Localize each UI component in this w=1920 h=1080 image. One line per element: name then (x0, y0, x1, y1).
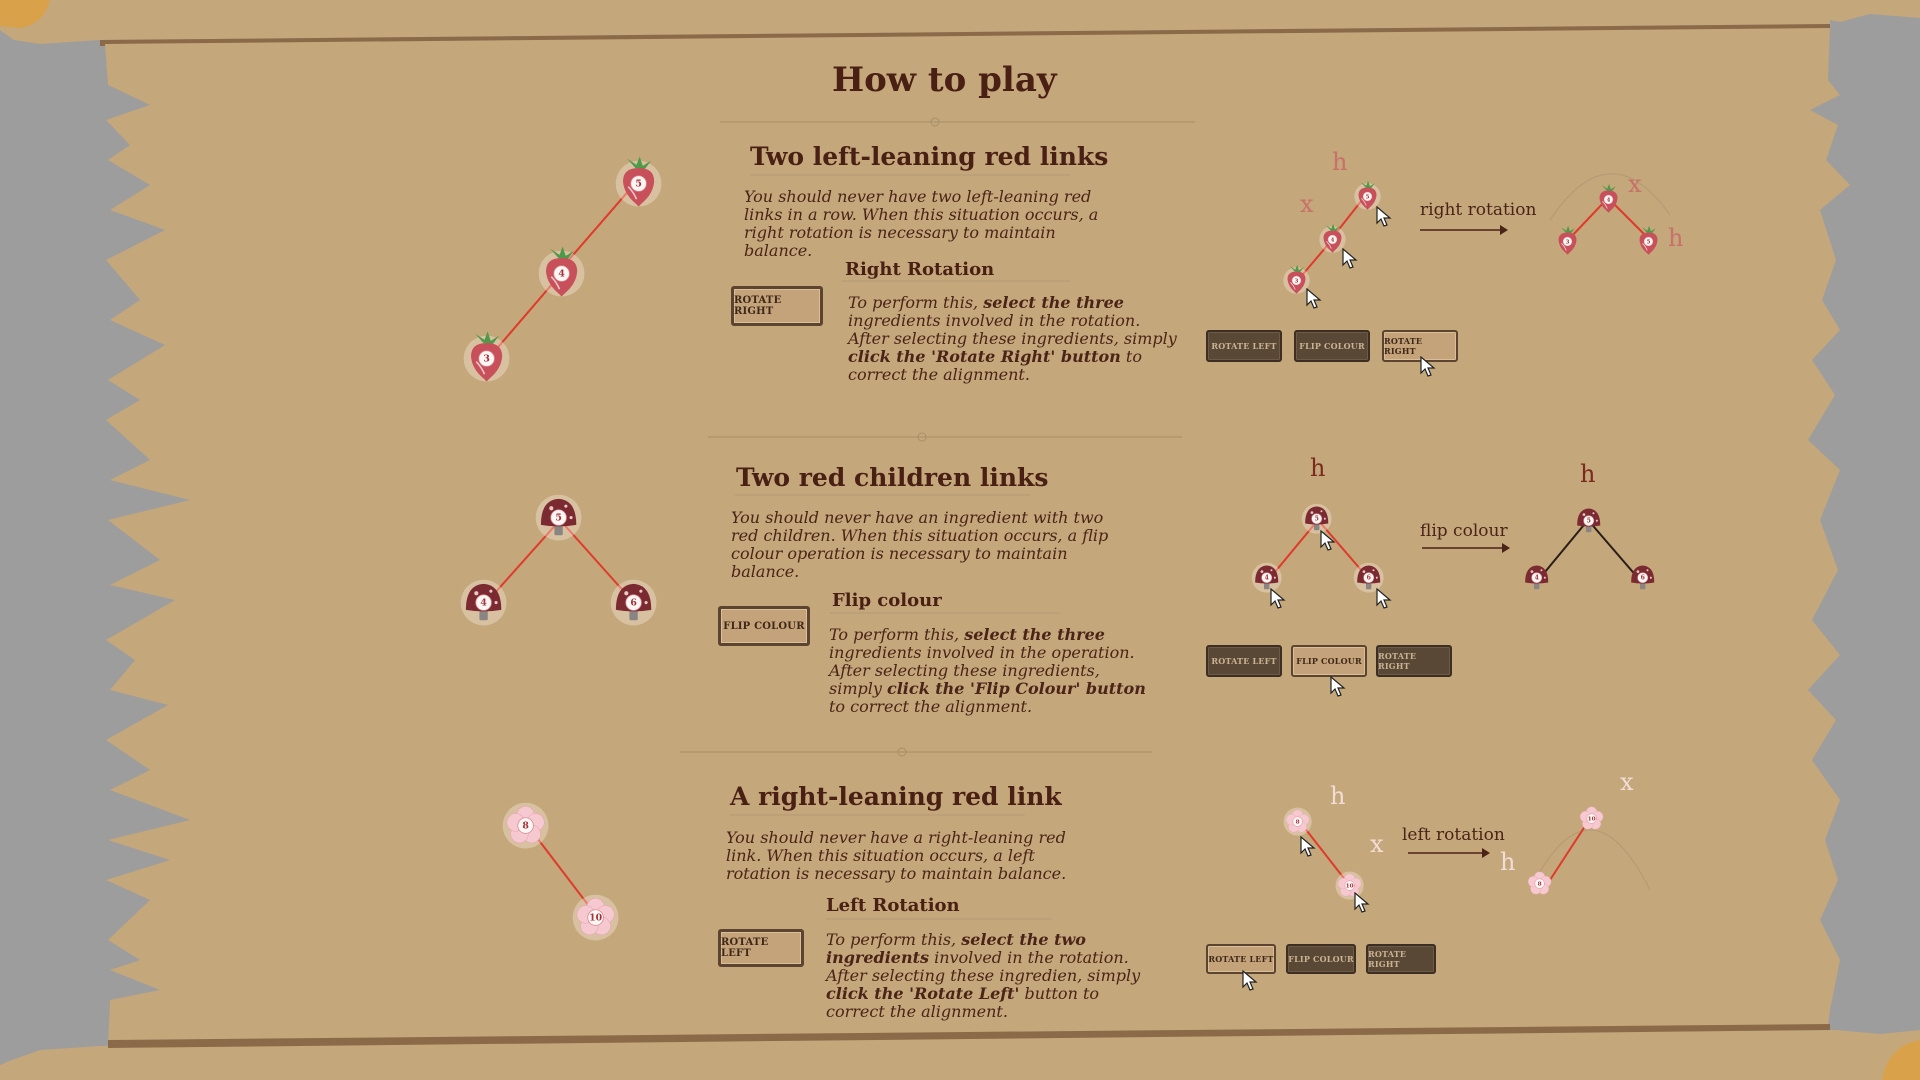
svg-text:4: 4 (1535, 575, 1539, 582)
rotate-right-button[interactable]: ROTATE RIGHT (731, 286, 823, 326)
cursor-icon (1270, 588, 1286, 609)
svg-text:8: 8 (1296, 820, 1300, 826)
svg-text:8: 8 (1538, 882, 1542, 888)
arrow-icon (1422, 543, 1510, 553)
label-h: h (1330, 782, 1346, 810)
arrow-label: right rotation (1420, 200, 1537, 220)
cursor-icon (1320, 530, 1336, 551)
before-diagram (1297, 194, 1367, 281)
svg-text:3: 3 (1294, 278, 1298, 284)
label-x: x (1628, 170, 1642, 198)
action-instructions: To perform this, select the two ingredie… (826, 930, 1141, 1021)
cursor-icon (1376, 588, 1392, 609)
mushroom-icon: 5 (536, 495, 582, 541)
svg-text:6: 6 (1367, 575, 1371, 582)
section-description: You should never have a right-leaning re… (726, 828, 1067, 883)
mini-rotate-right-button: ROTATE RIGHT (1376, 645, 1452, 677)
section-heading: A right-leaning red link (730, 782, 1062, 811)
label-x: x (1300, 190, 1314, 218)
section-heading: Two red children links (736, 463, 1049, 492)
arrow-icon (1420, 225, 1508, 235)
rotate-left-button[interactable]: ROTATE LEFT (718, 929, 804, 967)
section-description: You should never have two left-leaning r… (744, 187, 1099, 260)
blossom-icon: 8 (1283, 807, 1313, 837)
svg-text:4: 4 (1265, 575, 1269, 582)
label-h: h (1580, 460, 1596, 488)
arrow-label: flip colour (1420, 521, 1508, 541)
svg-text:4: 4 (1330, 237, 1334, 243)
mushroom-icon: 6 (1631, 565, 1655, 590)
section-description: You should never have an ingredient with… (731, 508, 1109, 581)
svg-text:5: 5 (1365, 194, 1369, 200)
beetroot-icon: 5 (1639, 225, 1657, 255)
blossom-icon: 10 (1580, 806, 1604, 830)
svg-text:8: 8 (523, 821, 530, 832)
mini-rotate-right-button: ROTATE RIGHT (1366, 944, 1436, 974)
label-x: x (1370, 830, 1384, 858)
page-title: How to play (832, 60, 1057, 100)
blossom-icon: 8 (1528, 871, 1552, 895)
cursor-icon (1342, 248, 1358, 269)
section-heading: Two left-leaning red links (750, 142, 1109, 171)
action-title: Flip colour (832, 590, 942, 611)
game-screen: How to play Two left-leaning red links Y… (0, 0, 1920, 1080)
mushroom-icon: 6 (611, 580, 657, 626)
label-h: h (1332, 148, 1348, 176)
beetroot-icon: 4 (539, 246, 585, 297)
svg-text:5: 5 (1646, 239, 1650, 245)
blossom-icon: 10 (573, 895, 619, 941)
mushroom-icon: 4 (1525, 565, 1549, 590)
action-title: Left Rotation (826, 895, 960, 916)
svg-text:10: 10 (1588, 817, 1596, 823)
beetroot-icon: 3 (1558, 225, 1576, 255)
cursor-icon (1376, 206, 1392, 227)
mini-rotate-left-button: ROTATE LEFT (1206, 330, 1282, 362)
blossom-icon: 8 (503, 803, 549, 849)
svg-text:6: 6 (1641, 575, 1645, 582)
cursor-icon (1330, 676, 1346, 697)
cursor-icon (1306, 288, 1322, 309)
svg-text:5: 5 (556, 513, 563, 524)
label-h: h (1310, 454, 1326, 482)
svg-text:5: 5 (1315, 516, 1319, 523)
label-h: h (1500, 848, 1516, 876)
mini-rotate-left-button: ROTATE LEFT (1206, 944, 1276, 974)
beetroot-icon: 5 (616, 156, 662, 207)
label-h: h (1668, 224, 1684, 252)
svg-text:3: 3 (1565, 239, 1569, 245)
arrow-icon (1408, 848, 1490, 858)
action-instructions: To perform this, select the three ingred… (829, 625, 1146, 716)
svg-text:10: 10 (589, 913, 603, 924)
beetroot-icon: 3 (464, 331, 510, 382)
cursor-icon (1242, 970, 1258, 991)
label-x: x (1620, 768, 1634, 796)
svg-text:5: 5 (1587, 518, 1591, 525)
svg-text:10: 10 (1346, 884, 1354, 890)
action-instructions: To perform this, select the three ingred… (848, 293, 1177, 384)
svg-text:4: 4 (1606, 197, 1610, 203)
cursor-icon (1300, 836, 1316, 857)
svg-text:4: 4 (559, 269, 566, 280)
mini-flip-colour-button: FLIP COLOUR (1291, 645, 1367, 677)
svg-text:6: 6 (631, 598, 638, 609)
action-title: Right Rotation (845, 259, 995, 280)
mini-rotate-left-button: ROTATE LEFT (1206, 645, 1282, 677)
mushroom-icon: 5 (1577, 508, 1601, 533)
svg-text:4: 4 (481, 598, 488, 609)
mushroom-icon: 4 (461, 580, 507, 626)
mini-flip-colour-button: FLIP COLOUR (1294, 330, 1370, 362)
cursor-icon (1420, 356, 1436, 377)
cursor-icon (1354, 892, 1370, 913)
beetroot-icon: 4 (1599, 183, 1617, 213)
svg-text:5: 5 (636, 179, 643, 190)
mini-flip-colour-button: FLIP COLOUR (1286, 944, 1356, 974)
arrow-label: left rotation (1402, 825, 1505, 845)
svg-text:3: 3 (484, 354, 491, 365)
